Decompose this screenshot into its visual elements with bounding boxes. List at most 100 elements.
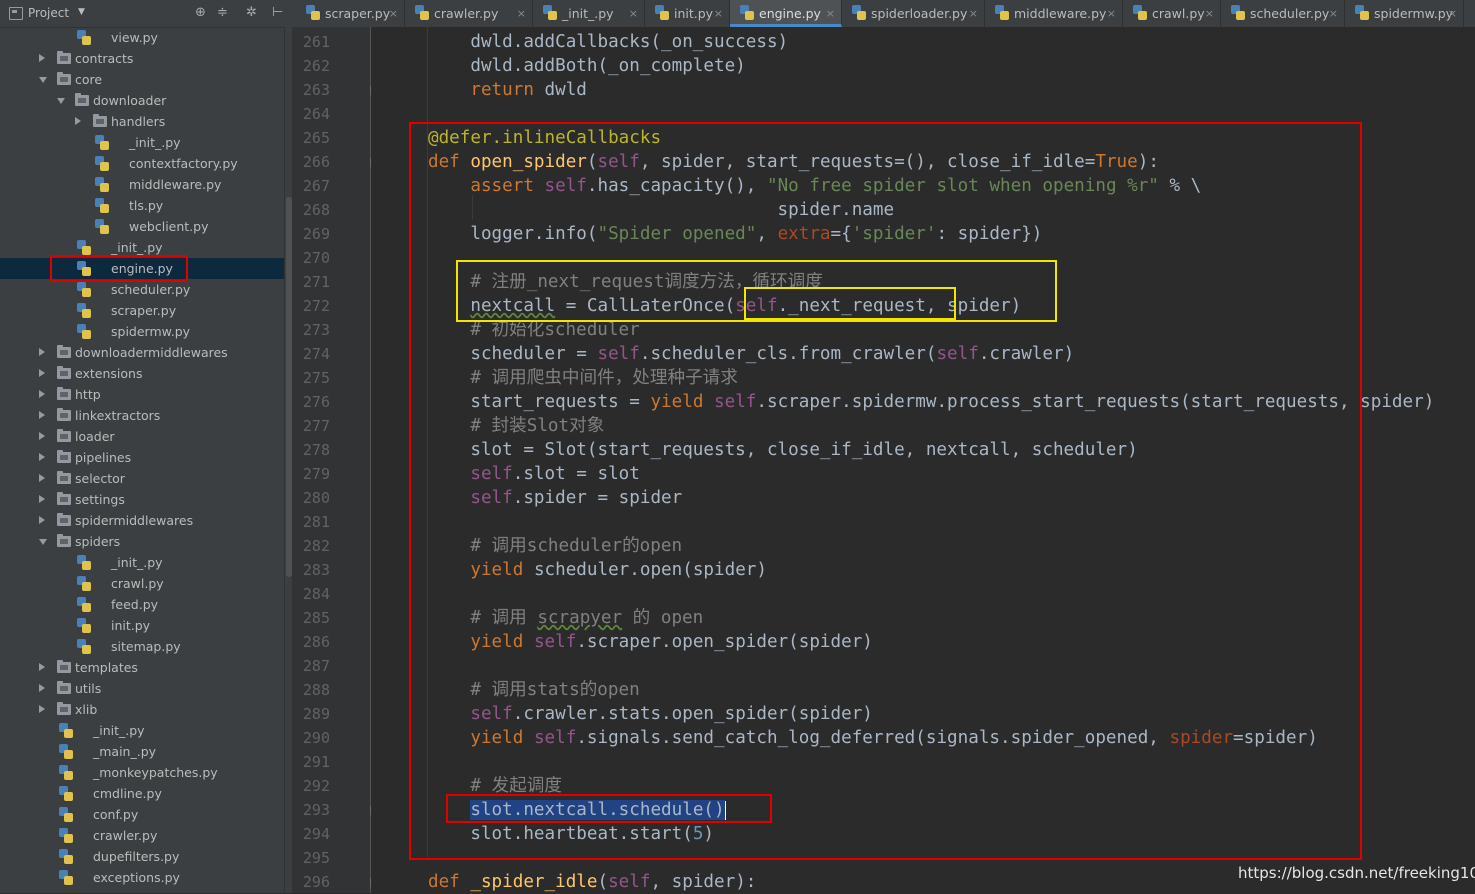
expand-arrow-open-icon[interactable] [39, 77, 47, 83]
tree-file[interactable]: cmdline.py [0, 783, 284, 804]
editor-tab[interactable]: engine.py × [730, 0, 842, 27]
expand-arrow-icon[interactable] [39, 516, 45, 524]
expand-arrow-icon[interactable] [39, 453, 45, 461]
tree-folder[interactable]: linkextractors [0, 405, 284, 426]
tree-folder[interactable]: downloadermiddlewares [0, 342, 284, 363]
tree-file[interactable]: tls.py [0, 195, 284, 216]
tree-folder[interactable]: contracts [0, 48, 284, 69]
tree-file[interactable]: conf.py [0, 804, 284, 825]
line-number: 272 [302, 297, 330, 315]
tree-file[interactable]: _init_.py [0, 552, 284, 573]
tree-file[interactable]: scraper.py [0, 300, 284, 321]
editor-tab[interactable]: spidermw.py × [1345, 0, 1464, 27]
tree-folder[interactable]: selector [0, 468, 284, 489]
project-tree: view.py contracts core downloader handlers _i… [0, 27, 284, 893]
close-icon[interactable]: × [517, 0, 526, 27]
tree-folder[interactable]: spidermiddlewares [0, 510, 284, 531]
tree-file[interactable]: sitemap.py [0, 636, 284, 657]
editor-tab[interactable]: scraper.py × [296, 0, 405, 27]
tree-folder[interactable]: xlib [0, 699, 284, 720]
python-file-icon [77, 282, 91, 297]
tree-item-label: spidermiddlewares [75, 513, 194, 528]
close-icon[interactable]: × [629, 0, 638, 27]
expand-arrow-icon[interactable] [39, 432, 45, 440]
tree-file[interactable]: _monkeypatches.py [0, 762, 284, 783]
expand-arrow-icon[interactable] [39, 54, 45, 62]
tree-folder[interactable]: http [0, 384, 284, 405]
tree-file[interactable]: exceptions.py [0, 867, 284, 888]
close-icon[interactable]: × [826, 0, 835, 27]
tree-scrollbar[interactable] [284, 27, 292, 893]
editor-tab[interactable]: init.py × [645, 0, 730, 27]
close-icon[interactable]: × [969, 0, 978, 27]
expand-arrow-icon[interactable] [39, 684, 45, 692]
expand-arrow-icon[interactable] [39, 369, 45, 377]
expand-arrow-icon[interactable] [39, 663, 45, 671]
tree-folder[interactable]: downloader [0, 90, 284, 111]
tree-folder[interactable]: handlers [0, 111, 284, 132]
editor-tab[interactable]: crawler.py × [405, 0, 533, 27]
line-number: 277 [302, 417, 330, 435]
tree-file[interactable]: scheduler.py [0, 279, 284, 300]
close-icon[interactable]: × [389, 0, 398, 27]
expand-arrow-icon[interactable] [39, 348, 45, 356]
python-file-icon [59, 723, 73, 738]
tree-folder[interactable]: core [0, 69, 284, 90]
line-number: 270 [302, 249, 330, 267]
tree-file[interactable]: webclient.py [0, 216, 284, 237]
tree-item-label: scheduler.py [111, 282, 191, 297]
expand-arrow-icon[interactable] [39, 495, 45, 503]
close-icon[interactable]: × [714, 0, 723, 27]
gear-icon[interactable]: ✲ [246, 5, 257, 20]
close-icon[interactable]: × [1205, 0, 1214, 27]
locate-icon[interactable]: ⊕ [195, 5, 206, 20]
close-icon[interactable]: × [1329, 0, 1338, 27]
editor-tab[interactable]: scheduler.py × [1221, 0, 1345, 27]
tree-file[interactable]: feed.py [0, 594, 284, 615]
tree-folder[interactable]: utils [0, 678, 284, 699]
tree-file[interactable]: _init_.py [0, 720, 284, 741]
tree-file[interactable]: _main_.py [0, 741, 284, 762]
editor-tab[interactable]: _init_.py × [533, 0, 645, 27]
tree-file[interactable]: _init_.py [0, 132, 284, 153]
tree-file[interactable]: init.py [0, 615, 284, 636]
expand-arrow-icon[interactable] [39, 705, 45, 713]
tree-file[interactable]: spidermw.py [0, 321, 284, 342]
tree-item-label: pipelines [75, 450, 132, 465]
expand-arrow-open-icon[interactable] [57, 98, 65, 104]
expand-arrow-icon[interactable] [39, 390, 45, 398]
tree-file[interactable]: contextfactory.py [0, 153, 284, 174]
tree-folder[interactable]: loader [0, 426, 284, 447]
hide-icon[interactable]: ⊢ [272, 5, 283, 20]
editor-tabs: scraper.py × crawler.py × _init_.py × init.py ×… [292, 0, 1475, 28]
expand-arrow-icon[interactable] [39, 474, 45, 482]
folder-icon [57, 72, 71, 85]
expand-arrow-icon[interactable] [75, 117, 81, 125]
tree-file[interactable]: middleware.py [0, 174, 284, 195]
tree-folder[interactable]: templates [0, 657, 284, 678]
tree-file[interactable]: crawl.py [0, 573, 284, 594]
expand-arrow-open-icon[interactable] [39, 539, 47, 545]
python-file-icon [543, 5, 557, 20]
editor-tab[interactable]: spiderloader.py × [842, 0, 985, 27]
tree-folder[interactable]: spiders [0, 531, 284, 552]
editor-tab[interactable]: middleware.py × [985, 0, 1123, 27]
python-file-icon [77, 303, 91, 318]
close-icon[interactable]: × [1107, 0, 1116, 27]
tree-file[interactable]: crawler.py [0, 825, 284, 846]
line-number: 285 [302, 609, 330, 627]
close-icon[interactable]: × [1448, 0, 1457, 27]
tree-item-label: core [75, 72, 103, 87]
collapse-icon[interactable]: ≑ [217, 5, 228, 20]
tree-file[interactable]: dupefilters.py [0, 846, 284, 867]
project-title[interactable]: Project [28, 6, 69, 20]
line-number: 263 [302, 81, 330, 99]
chevron-down-icon[interactable]: ▼ [78, 7, 85, 17]
tree-folder[interactable]: settings [0, 489, 284, 510]
tree-file[interactable]: view.py [0, 27, 284, 48]
tree-folder[interactable]: extensions [0, 363, 284, 384]
editor-tab[interactable]: crawl.py × [1123, 0, 1221, 27]
line-number: 278 [302, 441, 330, 459]
tree-folder[interactable]: pipelines [0, 447, 284, 468]
expand-arrow-icon[interactable] [39, 411, 45, 419]
